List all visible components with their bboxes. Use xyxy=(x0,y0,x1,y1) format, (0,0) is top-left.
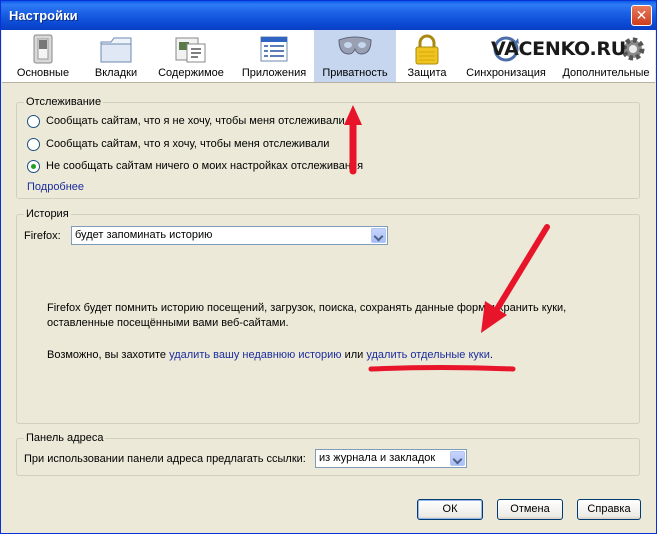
annotation-arrow-diagonal xyxy=(481,224,550,333)
annotation-arrow-up xyxy=(344,105,362,175)
annotation-overlay xyxy=(344,105,550,372)
annotation-underline xyxy=(368,365,516,372)
settings-window: Настройки ✕ Основные Вкладки Содержимое … xyxy=(0,0,657,534)
